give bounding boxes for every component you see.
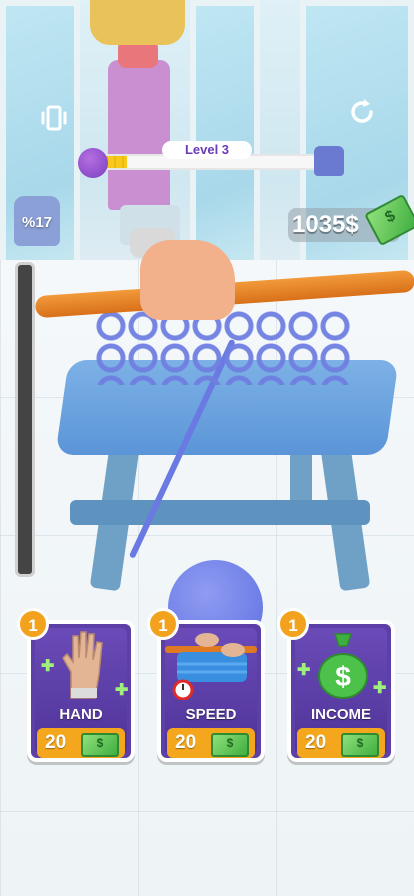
- upgrade-price-button[interactable]: 20: [297, 728, 385, 758]
- upgrade-level-badge: 1: [277, 608, 309, 640]
- level-label: Level 3: [162, 141, 252, 159]
- yarn-icon: [78, 148, 108, 178]
- sweater-icon: [314, 146, 344, 176]
- upgrade-price: 20: [305, 732, 327, 753]
- knitting-hand[interactable]: [140, 240, 235, 320]
- speed-icon: [163, 628, 259, 701]
- sparkle-icon: ✚: [297, 662, 311, 679]
- upgrade-level-badge: 1: [17, 608, 49, 640]
- completion-percent: %17: [21, 214, 53, 231]
- sparkle-icon: ✚: [41, 658, 55, 675]
- upgrade-price: 20: [175, 732, 197, 753]
- cash-icon: [81, 733, 119, 757]
- sparkle-icon: ✚: [373, 680, 387, 697]
- hand-icon: [53, 628, 113, 700]
- upgrade-price-button[interactable]: 20: [167, 728, 255, 758]
- vibration-icon[interactable]: [38, 102, 70, 134]
- upgrade-price: 20: [45, 732, 67, 753]
- upgrade-title: HAND: [59, 706, 103, 723]
- restart-icon[interactable]: [346, 96, 378, 128]
- svg-text:$: $: [335, 661, 351, 692]
- table-rail: [70, 500, 370, 525]
- upgrade-card-speed[interactable]: 1 SPEED 20: [147, 608, 265, 762]
- mannequin: [90, 0, 190, 210]
- sparkle-icon: ✚: [115, 682, 129, 699]
- upgrade-card-income[interactable]: 1 $ ✚ ✚ INCOME 20: [277, 608, 395, 762]
- upgrade-title: SPEED: [185, 706, 237, 723]
- upgrade-price-button[interactable]: 20: [37, 728, 125, 758]
- cash-icon: [211, 733, 249, 757]
- upgrade-card-hand[interactable]: 1 ✚ ✚ HAND 20: [17, 608, 135, 762]
- window-center: [190, 0, 260, 270]
- knitted-fabric: [95, 310, 350, 385]
- upgrade-title: INCOME: [311, 706, 371, 723]
- money-bag-icon: $: [313, 628, 373, 700]
- cash-icon: [341, 733, 379, 757]
- money-amount: 1035$: [292, 211, 359, 238]
- vertical-meter: [15, 262, 35, 577]
